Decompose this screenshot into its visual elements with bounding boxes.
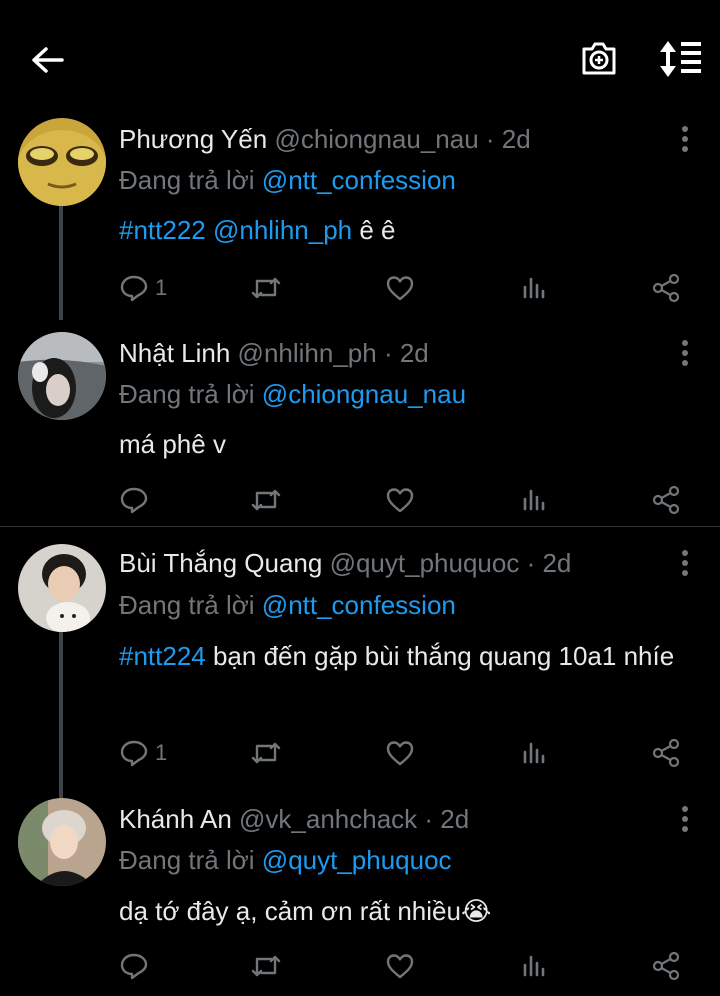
camera-plus-icon[interactable] — [578, 38, 620, 80]
reply-button[interactable]: 1 — [119, 733, 167, 773]
bar-chart-icon — [519, 273, 549, 303]
tweet-text: #ntt222 @nhlihn_ph ê ê — [119, 210, 679, 250]
avatar[interactable] — [18, 118, 106, 206]
reply-icon — [119, 951, 149, 981]
replying-to-label: Đang trả lời — [119, 165, 255, 195]
avatar[interactable] — [18, 332, 106, 420]
bar-chart-icon — [519, 485, 549, 515]
timestamp: · 2d — [485, 124, 531, 154]
reply-mention[interactable]: @ntt_confession — [262, 165, 456, 195]
timestamp: · 2d — [424, 804, 470, 834]
more-vertical-icon[interactable] — [672, 338, 698, 368]
tweet-text-body: bạn đến gặp bùi thắng quang 10a1 nhíe — [205, 641, 675, 671]
hashtag[interactable]: #ntt224 — [119, 641, 206, 671]
author-line: Phương Yến @chiongnau_nau · 2d — [119, 124, 531, 155]
replying-to-label: Đang trả lời — [119, 590, 255, 620]
retweet-button[interactable] — [249, 480, 283, 520]
action-bar — [0, 946, 720, 986]
like-button[interactable] — [385, 733, 415, 773]
hashtag-mention[interactable]: #ntt222 @nhlihn_ph — [119, 215, 352, 245]
replying-to: Đang trả lời @chiongnau_nau — [119, 379, 466, 410]
more-vertical-icon[interactable] — [672, 804, 698, 834]
tweet-text: #ntt224 bạn đến gặp bùi thắng quang 10a1… — [119, 636, 679, 676]
reply-icon — [119, 738, 149, 768]
share-button[interactable] — [651, 268, 681, 308]
retweet-icon — [249, 951, 283, 981]
views-button[interactable] — [519, 946, 549, 986]
share-icon — [651, 485, 681, 515]
views-button[interactable] — [519, 733, 549, 773]
back-arrow-icon[interactable] — [26, 40, 70, 80]
share-button[interactable] — [651, 480, 681, 520]
display-name[interactable]: Phương Yến — [119, 124, 267, 154]
replying-to-label: Đang trả lời — [119, 379, 255, 409]
like-button[interactable] — [385, 480, 415, 520]
heart-icon — [385, 485, 415, 515]
replying-to: Đang trả lời @ntt_confession — [119, 165, 456, 196]
tweet-text-body: dạ tớ đây ạ, cảm ơn rất nhiều😭 — [119, 896, 492, 926]
reply-mention[interactable]: @quyt_phuquoc — [262, 845, 452, 875]
retweet-button[interactable] — [249, 733, 283, 773]
author-line: Khánh An @vk_anhchack · 2d — [119, 804, 469, 835]
username[interactable]: @quyt_phuquoc — [330, 548, 520, 578]
reply-count: 1 — [155, 740, 168, 765]
views-button[interactable] — [519, 480, 549, 520]
share-icon — [651, 273, 681, 303]
share-icon — [651, 738, 681, 768]
reply-icon — [119, 485, 149, 515]
reply-count: 1 — [155, 275, 168, 300]
reply-mention[interactable]: @ntt_confession — [262, 590, 456, 620]
like-button[interactable] — [385, 268, 415, 308]
retweet-icon — [249, 738, 283, 768]
avatar[interactable] — [18, 544, 106, 632]
username[interactable]: @chiongnau_nau — [274, 124, 478, 154]
tweet-text: dạ tớ đây ạ, cảm ơn rất nhiều😭 — [119, 891, 679, 931]
action-bar — [0, 480, 720, 520]
retweet-button[interactable] — [249, 946, 283, 986]
retweet-button[interactable] — [249, 268, 283, 308]
bar-chart-icon — [519, 738, 549, 768]
heart-icon — [385, 951, 415, 981]
display-name[interactable]: Bùi Thắng Quang — [119, 548, 322, 578]
heart-icon — [385, 738, 415, 768]
replying-to-label: Đang trả lời — [119, 845, 255, 875]
divider — [0, 526, 720, 527]
replying-to: Đang trả lời @quyt_phuquoc — [119, 845, 452, 876]
reply-button[interactable] — [119, 480, 155, 520]
retweet-icon — [249, 273, 283, 303]
share-icon — [651, 951, 681, 981]
replying-to: Đang trả lời @ntt_confession — [119, 590, 456, 621]
username[interactable]: @nhlihn_ph — [238, 338, 377, 368]
tweet-text-body: má phê v — [119, 429, 226, 459]
author-line: Nhật Linh @nhlihn_ph · 2d — [119, 338, 429, 369]
reply-mention[interactable]: @chiongnau_nau — [262, 379, 466, 409]
top-bar — [0, 0, 720, 116]
share-button[interactable] — [651, 946, 681, 986]
more-vertical-icon[interactable] — [672, 124, 698, 154]
like-button[interactable] — [385, 946, 415, 986]
views-button[interactable] — [519, 268, 549, 308]
bar-chart-icon — [519, 951, 549, 981]
timestamp: · 2d — [383, 338, 429, 368]
display-name[interactable]: Khánh An — [119, 804, 232, 834]
author-line: Bùi Thắng Quang @quyt_phuquoc · 2d — [119, 548, 571, 579]
reply-icon — [119, 273, 149, 303]
action-bar: 1 — [0, 733, 720, 773]
more-vertical-icon[interactable] — [672, 548, 698, 578]
timestamp: · 2d — [526, 548, 572, 578]
share-button[interactable] — [651, 733, 681, 773]
sort-icon[interactable] — [656, 38, 704, 80]
reply-button[interactable] — [119, 946, 155, 986]
action-bar: 1 — [0, 268, 720, 308]
avatar[interactable] — [18, 798, 106, 886]
username[interactable]: @vk_anhchack — [239, 804, 417, 834]
heart-icon — [385, 273, 415, 303]
thread-line — [59, 632, 63, 800]
display-name[interactable]: Nhật Linh — [119, 338, 230, 368]
reply-button[interactable]: 1 — [119, 268, 167, 308]
tweet-text-body: ê ê — [352, 215, 396, 245]
retweet-icon — [249, 485, 283, 515]
tweet-text: má phê v — [119, 424, 679, 464]
